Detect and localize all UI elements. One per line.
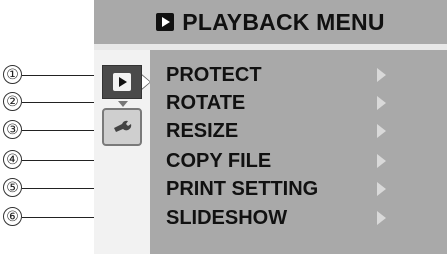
chevron-right-icon bbox=[377, 182, 386, 196]
menu-item-print-setting[interactable]: PRINT SETTING bbox=[166, 176, 446, 202]
menu-item-label: RESIZE bbox=[166, 120, 239, 142]
callout-6: ⑥ bbox=[3, 207, 22, 226]
menu-list: PROTECT ROTATE RESIZE COPY FILE PRINT SE… bbox=[150, 50, 447, 254]
menu-tab-column bbox=[94, 50, 151, 254]
title-bar: PLAYBACK MENU bbox=[94, 4, 447, 40]
tab-setup[interactable] bbox=[102, 108, 142, 146]
menu-item-copy-file[interactable]: COPY FILE bbox=[166, 148, 446, 174]
menu-item-protect[interactable]: PROTECT bbox=[166, 62, 446, 88]
page-title: PLAYBACK MENU bbox=[182, 8, 385, 35]
wrench-icon bbox=[114, 120, 132, 132]
callout-2: ② bbox=[3, 92, 22, 111]
menu-item-label: PROTECT bbox=[166, 64, 262, 86]
menu-item-label: COPY FILE bbox=[166, 150, 272, 172]
menu-item-slideshow[interactable]: SLIDESHOW bbox=[166, 205, 446, 231]
menu-item-label: PRINT SETTING bbox=[166, 178, 319, 200]
chevron-right-icon bbox=[377, 211, 386, 225]
chevron-right-icon bbox=[377, 154, 386, 168]
chevron-right-icon bbox=[377, 96, 386, 110]
chevron-right-icon bbox=[377, 68, 386, 82]
callout-5: ⑤ bbox=[3, 178, 22, 197]
menu-item-label: ROTATE bbox=[166, 92, 246, 114]
menu-item-label: SLIDESHOW bbox=[166, 207, 288, 229]
callout-3: ③ bbox=[3, 120, 22, 139]
camera-screen: PLAYBACK MENU PROTECT ROTATE RESIZE COPY… bbox=[94, 0, 447, 254]
callout-1: ① bbox=[3, 65, 22, 84]
chevron-right-icon bbox=[377, 124, 386, 138]
menu-item-resize[interactable]: RESIZE bbox=[166, 118, 446, 144]
tab-down-arrow-icon bbox=[118, 101, 128, 107]
menu-header: PLAYBACK MENU bbox=[94, 0, 447, 44]
playback-icon bbox=[156, 13, 175, 31]
callout-4: ④ bbox=[3, 150, 22, 169]
tab-playback[interactable] bbox=[102, 65, 142, 99]
menu-item-rotate[interactable]: ROTATE bbox=[166, 90, 446, 116]
playback-tab-icon bbox=[113, 73, 131, 91]
